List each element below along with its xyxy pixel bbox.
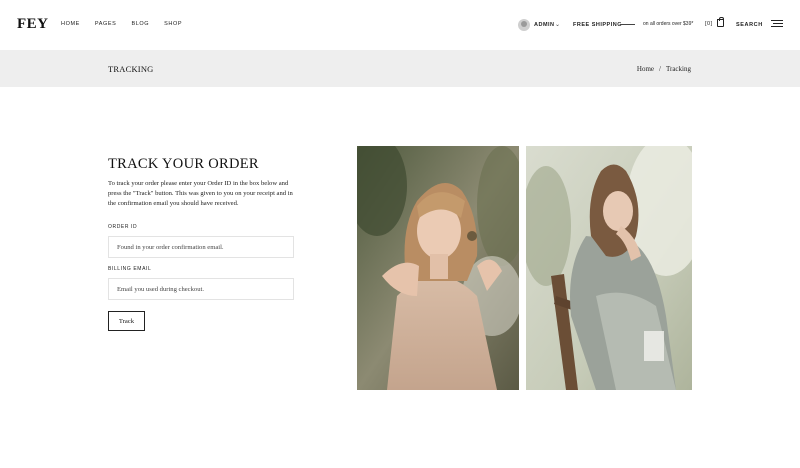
product-photo-left <box>357 146 519 390</box>
track-button[interactable]: Track <box>108 311 145 331</box>
cart-count[interactable]: [0] <box>705 21 713 27</box>
order-id-label: ORDER ID <box>108 224 138 230</box>
billing-email-field[interactable] <box>108 278 294 300</box>
main-nav: HOME PAGES BLOG SHOP <box>61 21 197 27</box>
breadcrumb-home[interactable]: Home <box>637 65 654 73</box>
hamburger-menu-icon[interactable] <box>771 20 783 28</box>
divider-line <box>621 24 635 25</box>
user-menu-label[interactable]: ADMIN <box>534 22 555 28</box>
breadcrumb-current: Tracking <box>665 65 691 73</box>
billing-email-label: BILLING EMAIL <box>108 266 152 272</box>
search-button[interactable]: SEARCH <box>736 22 763 28</box>
breadcrumb: Home / Tracking <box>637 65 691 73</box>
nav-item-pages[interactable]: PAGES <box>95 21 117 27</box>
breadcrumb-separator: / <box>659 65 661 73</box>
nav-item-home[interactable]: HOME <box>61 21 80 27</box>
track-order-heading: TRACK YOUR ORDER <box>108 156 259 172</box>
nav-item-blog[interactable]: BLOG <box>131 21 149 27</box>
product-photo-right <box>526 146 692 390</box>
user-avatar[interactable] <box>518 19 530 31</box>
page-title: TRACKING <box>108 64 154 74</box>
site-logo[interactable]: FEY <box>17 16 49 33</box>
order-id-field[interactable] <box>108 236 294 258</box>
free-shipping-label: FREE SHIPPING <box>573 22 622 28</box>
shopping-bag-icon[interactable] <box>717 17 724 27</box>
track-order-description: To track your order please enter your Or… <box>108 180 293 207</box>
chevron-down-icon[interactable]: ⌄ <box>555 21 560 28</box>
nav-item-shop[interactable]: SHOP <box>164 21 182 27</box>
free-shipping-note: on all orders over $39* <box>643 21 694 27</box>
